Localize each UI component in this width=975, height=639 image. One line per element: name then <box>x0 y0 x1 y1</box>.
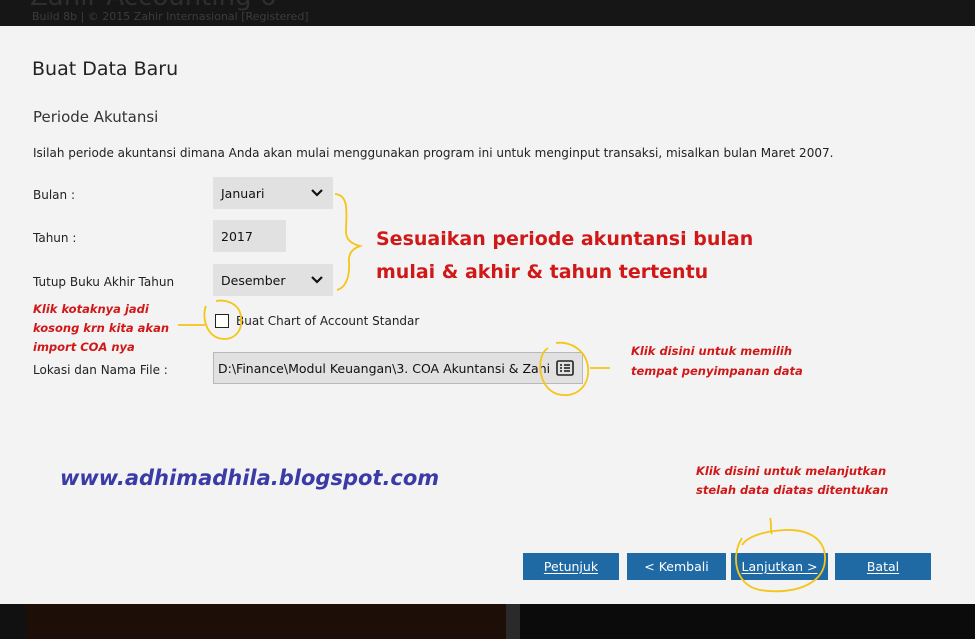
petunjuk-button-label: Petunjuk <box>543 559 599 574</box>
background-app-header: Zahir Accounting 6 Build 8b | © 2015 Zah… <box>0 0 975 26</box>
annotation-next-line2: stelah data diatas ditentukan <box>696 483 889 497</box>
section-description: Isilah periode akuntansi dimana Anda aka… <box>33 146 834 160</box>
coa-standar-checkbox[interactable] <box>215 314 229 328</box>
kembali-button-label: < Kembali <box>644 559 709 574</box>
annotation-next-line1: Klik disini untuk melanjutkan <box>696 464 887 478</box>
annotation-checkbox-line3: import COA nya <box>33 340 135 354</box>
annotation-periode-line1: Sesuaikan periode akuntansi bulan <box>376 228 754 250</box>
lanjutkan-button-label: Lanjutkan > <box>741 559 818 574</box>
lokasi-file-input[interactable]: D:\Finance\Modul Keuangan\3. COA Akuntan… <box>213 352 583 384</box>
tutup-buku-select[interactable]: Desember <box>213 264 333 296</box>
background-bottom-divider <box>506 604 520 639</box>
tahun-value: 2017 <box>221 228 253 244</box>
tutup-buku-label: Tutup Buku Akhir Tahun <box>33 275 175 289</box>
background-bottom-right <box>520 604 975 639</box>
kembali-button[interactable]: < Kembali <box>627 553 726 580</box>
bulan-label: Bulan : <box>33 188 75 202</box>
batal-button-label: Batal <box>866 559 900 574</box>
background-app-build-info: Build 8b | © 2015 Zahir Internasional [R… <box>32 10 309 23</box>
bulan-select[interactable]: Januari <box>213 177 333 209</box>
annotation-browse-line2: tempat penyimpanan data <box>631 364 803 378</box>
tutup-buku-value: Desember <box>221 272 286 288</box>
dialog-title: Buat Data Baru <box>32 58 179 80</box>
bulan-value: Januari <box>221 185 265 201</box>
blog-url-watermark: www.adhimadhila.blogspot.com <box>60 466 440 490</box>
tahun-input[interactable]: 2017 <box>213 220 286 252</box>
annotation-periode-line2: mulai & akhir & tahun tertentu <box>376 261 709 283</box>
background-bottom-left <box>26 604 506 639</box>
section-title: Periode Akutansi <box>33 108 159 126</box>
coa-standar-label: Buat Chart of Account Standar <box>236 314 420 328</box>
lanjutkan-button[interactable]: Lanjutkan > <box>731 553 828 580</box>
chevron-down-icon <box>311 189 323 197</box>
browse-file-icon[interactable] <box>555 359 575 377</box>
annotation-checkbox-line1: Klik kotaknya jadi <box>33 302 149 316</box>
annotation-checkbox-line2: kosong krn kita akan <box>33 321 170 335</box>
petunjuk-button[interactable]: Petunjuk <box>523 553 619 580</box>
batal-button[interactable]: Batal <box>835 553 931 580</box>
chevron-down-icon <box>311 276 323 284</box>
annotation-browse-line1: Klik disini untuk memilih <box>631 344 793 358</box>
lokasi-label: Lokasi dan Nama File : <box>33 363 168 377</box>
new-data-dialog: Buat Data Baru Periode Akutansi Isilah p… <box>0 26 975 604</box>
tahun-label: Tahun : <box>33 231 77 245</box>
lokasi-value: D:\Finance\Modul Keuangan\3. COA Akuntan… <box>218 360 551 376</box>
